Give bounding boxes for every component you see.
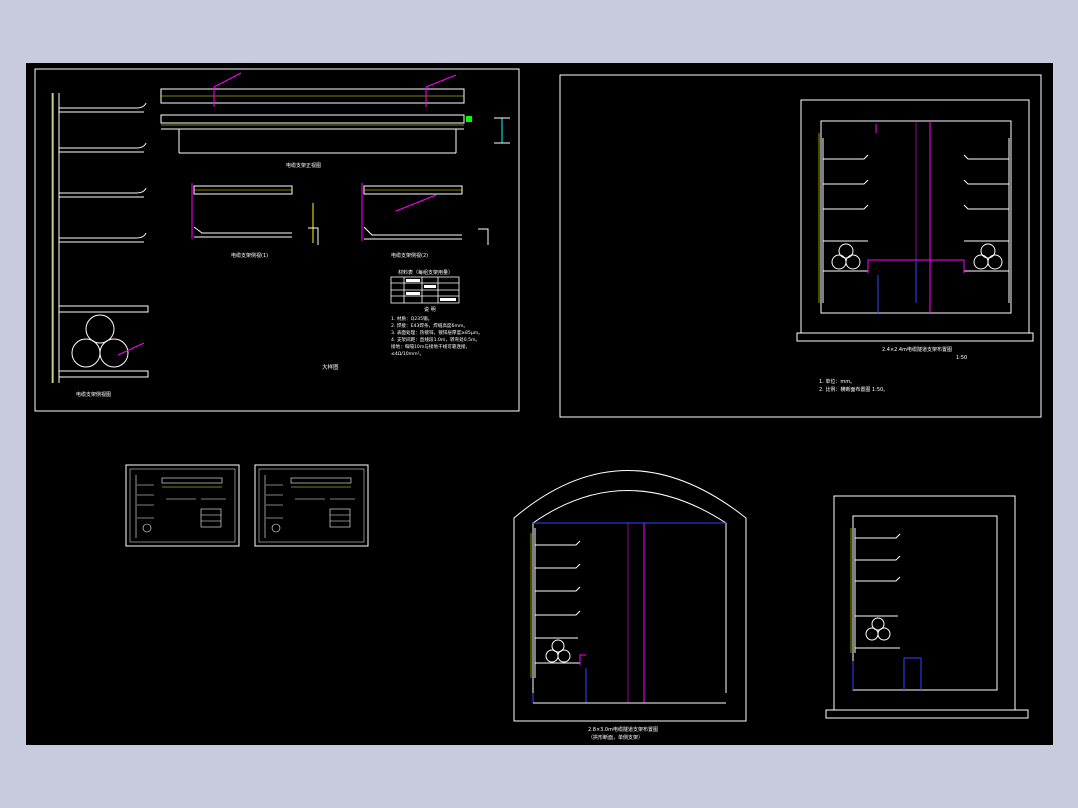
detail2-label: 电缆支架侧视(2)	[391, 252, 428, 259]
svg-text:接地：每隔10m与接地干线可靠连接，: 接地：每隔10m与接地干线可靠连接，	[391, 343, 470, 350]
thumbnail-1[interactable]	[125, 464, 240, 547]
cad-drawing: 电缆支架侧视图 电缆支架正视图 电缆支架侧视(1) 电缆支架侧视(2) 材料表（…	[34, 68, 1042, 742]
small-section[interactable]	[825, 495, 1029, 719]
sheet-1[interactable]: 电缆支架侧视图 电缆支架正视图 电缆支架侧视(1) 电缆支架侧视(2) 材料表（…	[34, 68, 520, 412]
tunnel-section	[796, 99, 1034, 342]
thumbnail-2[interactable]	[254, 464, 369, 547]
sheet1-notes: 1. 材质：Q235钢。 2. 焊接：E43焊条，焊缝高度6mm。 3. 表面处…	[391, 315, 483, 357]
section-scale: 1:50	[956, 355, 967, 361]
arch-title-1: 2.8×3.0m电缆隧道支架布置图	[588, 726, 658, 733]
rail-label: 电缆支架正视图	[286, 162, 321, 169]
arch-section[interactable]: 2.8×3.0m电缆隧道支架布置图 （拱形断面，单侧支架）	[513, 470, 747, 742]
big-label: 大样图	[322, 363, 339, 371]
detail1-label: 电缆支架侧视(1)	[231, 252, 268, 259]
sheet2-notes: 1. 单位：mm。 2. 比例：横断面布置图 1:50。	[819, 378, 888, 393]
bracket-elevation	[51, 93, 149, 383]
svg-text:2. 焊接：E43焊条，焊缝高度6mm。: 2. 焊接：E43焊条，焊缝高度6mm。	[391, 322, 468, 329]
svg-text:1. 材质：Q235钢。: 1. 材质：Q235钢。	[391, 315, 432, 322]
table-title: 材料表（每组支架用量）	[398, 269, 453, 276]
svg-text:1. 单位：mm。: 1. 单位：mm。	[819, 378, 855, 385]
bracket-detail-2	[361, 183, 489, 245]
bracket-detail-1	[191, 183, 319, 245]
rail-plan	[160, 72, 510, 154]
svg-text:≤4Ω/10mm²。: ≤4Ω/10mm²。	[391, 351, 424, 357]
materials-table	[390, 276, 460, 304]
cad-canvas[interactable]: 电缆支架侧视图 电缆支架正视图 电缆支架侧视(1) 电缆支架侧视(2) 材料表（…	[26, 63, 1053, 745]
svg-text:4. 支架间距：直线段1.0m，转弯处0.5m。: 4. 支架间距：直线段1.0m，转弯处0.5m。	[391, 336, 480, 343]
table-sub: 说 明	[424, 306, 436, 313]
arch-title-2: （拱形断面，单侧支架）	[588, 734, 643, 741]
elevation-label: 电缆支架侧视图	[76, 391, 111, 398]
svg-text:3. 表面处理：热镀锌，镀锌层厚度≥85μm。: 3. 表面处理：热镀锌，镀锌层厚度≥85μm。	[391, 329, 483, 336]
sheet-2[interactable]: 2.4×2.4m电缆隧道支架布置图 1:50 1. 单位：mm。 2. 比例：横…	[559, 74, 1042, 418]
section-title: 2.4×2.4m电缆隧道支架布置图	[882, 346, 952, 353]
svg-text:2. 比例：横断面布置图 1:50。: 2. 比例：横断面布置图 1:50。	[819, 386, 888, 393]
